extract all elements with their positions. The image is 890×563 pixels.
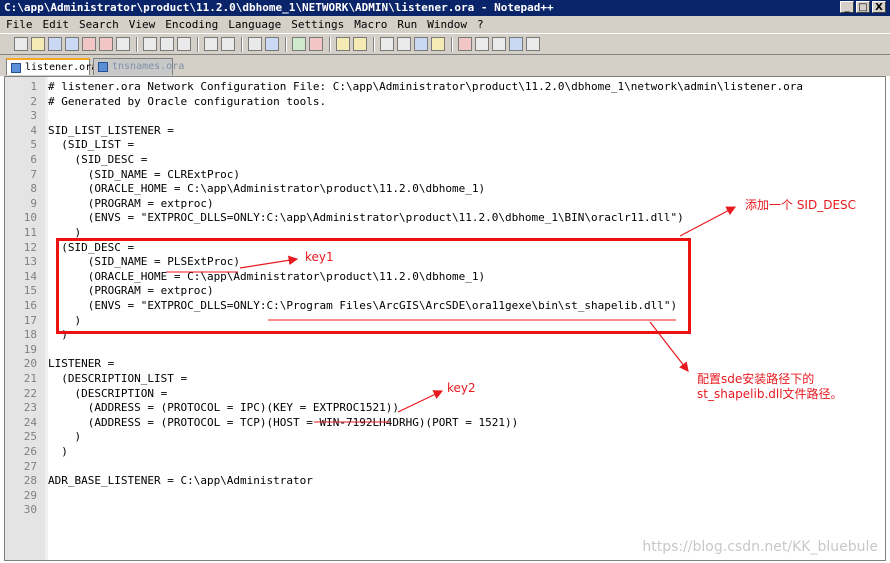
annotation-key1: key1 bbox=[305, 250, 334, 264]
arrow-dll-note bbox=[649, 321, 689, 372]
annotation-dll-note-line2: st_shapelib.dll文件路径。 bbox=[697, 387, 843, 401]
annotation-key2: key2 bbox=[447, 381, 476, 395]
annotation-arrows bbox=[166, 206, 737, 423]
arrow-key1 bbox=[239, 255, 299, 269]
arrow-add-sid-desc bbox=[679, 206, 737, 237]
arrow-key2 bbox=[397, 390, 444, 413]
annotation-add-sid-desc: 添加一个 SID_DESC bbox=[745, 198, 857, 212]
watermark: https://blog.csdn.net/KK_bluebule bbox=[642, 539, 878, 555]
